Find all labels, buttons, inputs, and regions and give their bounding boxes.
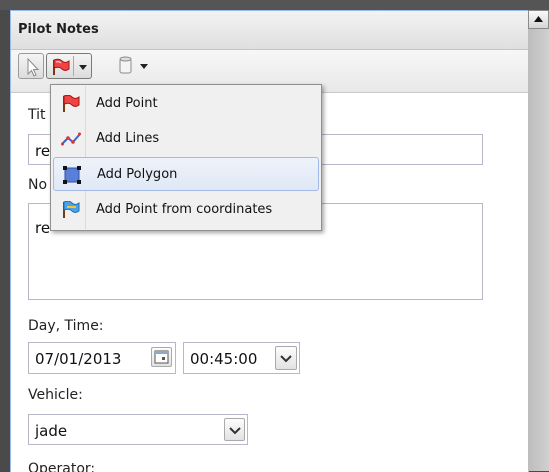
select-tool-button[interactable] (18, 53, 44, 79)
time-field[interactable]: 00:45:00 (183, 342, 300, 374)
scrollbar-track[interactable] (528, 29, 549, 471)
lines-icon (61, 132, 81, 146)
chevron-down-icon (140, 64, 148, 69)
chevron-down-icon (280, 355, 292, 363)
menu-item-add-point-from-coordinates[interactable]: Add Point from coordinates (53, 193, 319, 227)
vehicle-dropdown-trigger[interactable] (224, 418, 245, 441)
red-flag-icon (53, 58, 70, 75)
blue-flag-icon (63, 201, 80, 218)
vehicle-select[interactable]: jade (28, 414, 248, 445)
arrow-up-icon (534, 16, 543, 22)
pilot-notes-panel: Pilot Notes Tit re No re Day, Time: 07/0… (10, 10, 529, 472)
menu-item-add-lines[interactable]: Add Lines (53, 122, 319, 156)
calendar-trigger[interactable] (151, 347, 172, 367)
date-field[interactable]: 07/01/2013 (28, 342, 176, 374)
time-dropdown-trigger[interactable] (275, 346, 297, 370)
menu-item-add-point[interactable]: Add Point (53, 87, 319, 121)
notes-label: No (28, 177, 48, 193)
delete-tool-button[interactable] (115, 54, 159, 78)
day-time-label: Day, Time: (28, 318, 104, 334)
chevron-down-icon (79, 65, 87, 70)
operator-label: Operator: (28, 461, 96, 472)
polygon-icon (63, 166, 81, 184)
add-feature-split-button[interactable] (46, 53, 92, 79)
window-frame (0, 0, 549, 10)
pointer-icon (27, 57, 40, 77)
scroll-up-button[interactable] (528, 10, 549, 29)
menu-item-add-polygon[interactable]: Add Polygon (53, 157, 319, 191)
vehicle-label: Vehicle: (28, 387, 83, 403)
vertical-scrollbar[interactable] (528, 10, 549, 471)
panel-title: Pilot Notes (18, 22, 99, 37)
trash-icon (119, 56, 132, 74)
calendar-icon (154, 350, 169, 364)
panel-header: Pilot Notes (11, 11, 528, 50)
add-feature-menu: Add Point Add Lines Add Polygon Add Poin… (50, 84, 322, 231)
chevron-down-icon (229, 427, 241, 435)
red-flag-icon (63, 95, 80, 112)
title-label: Tit (28, 107, 46, 123)
